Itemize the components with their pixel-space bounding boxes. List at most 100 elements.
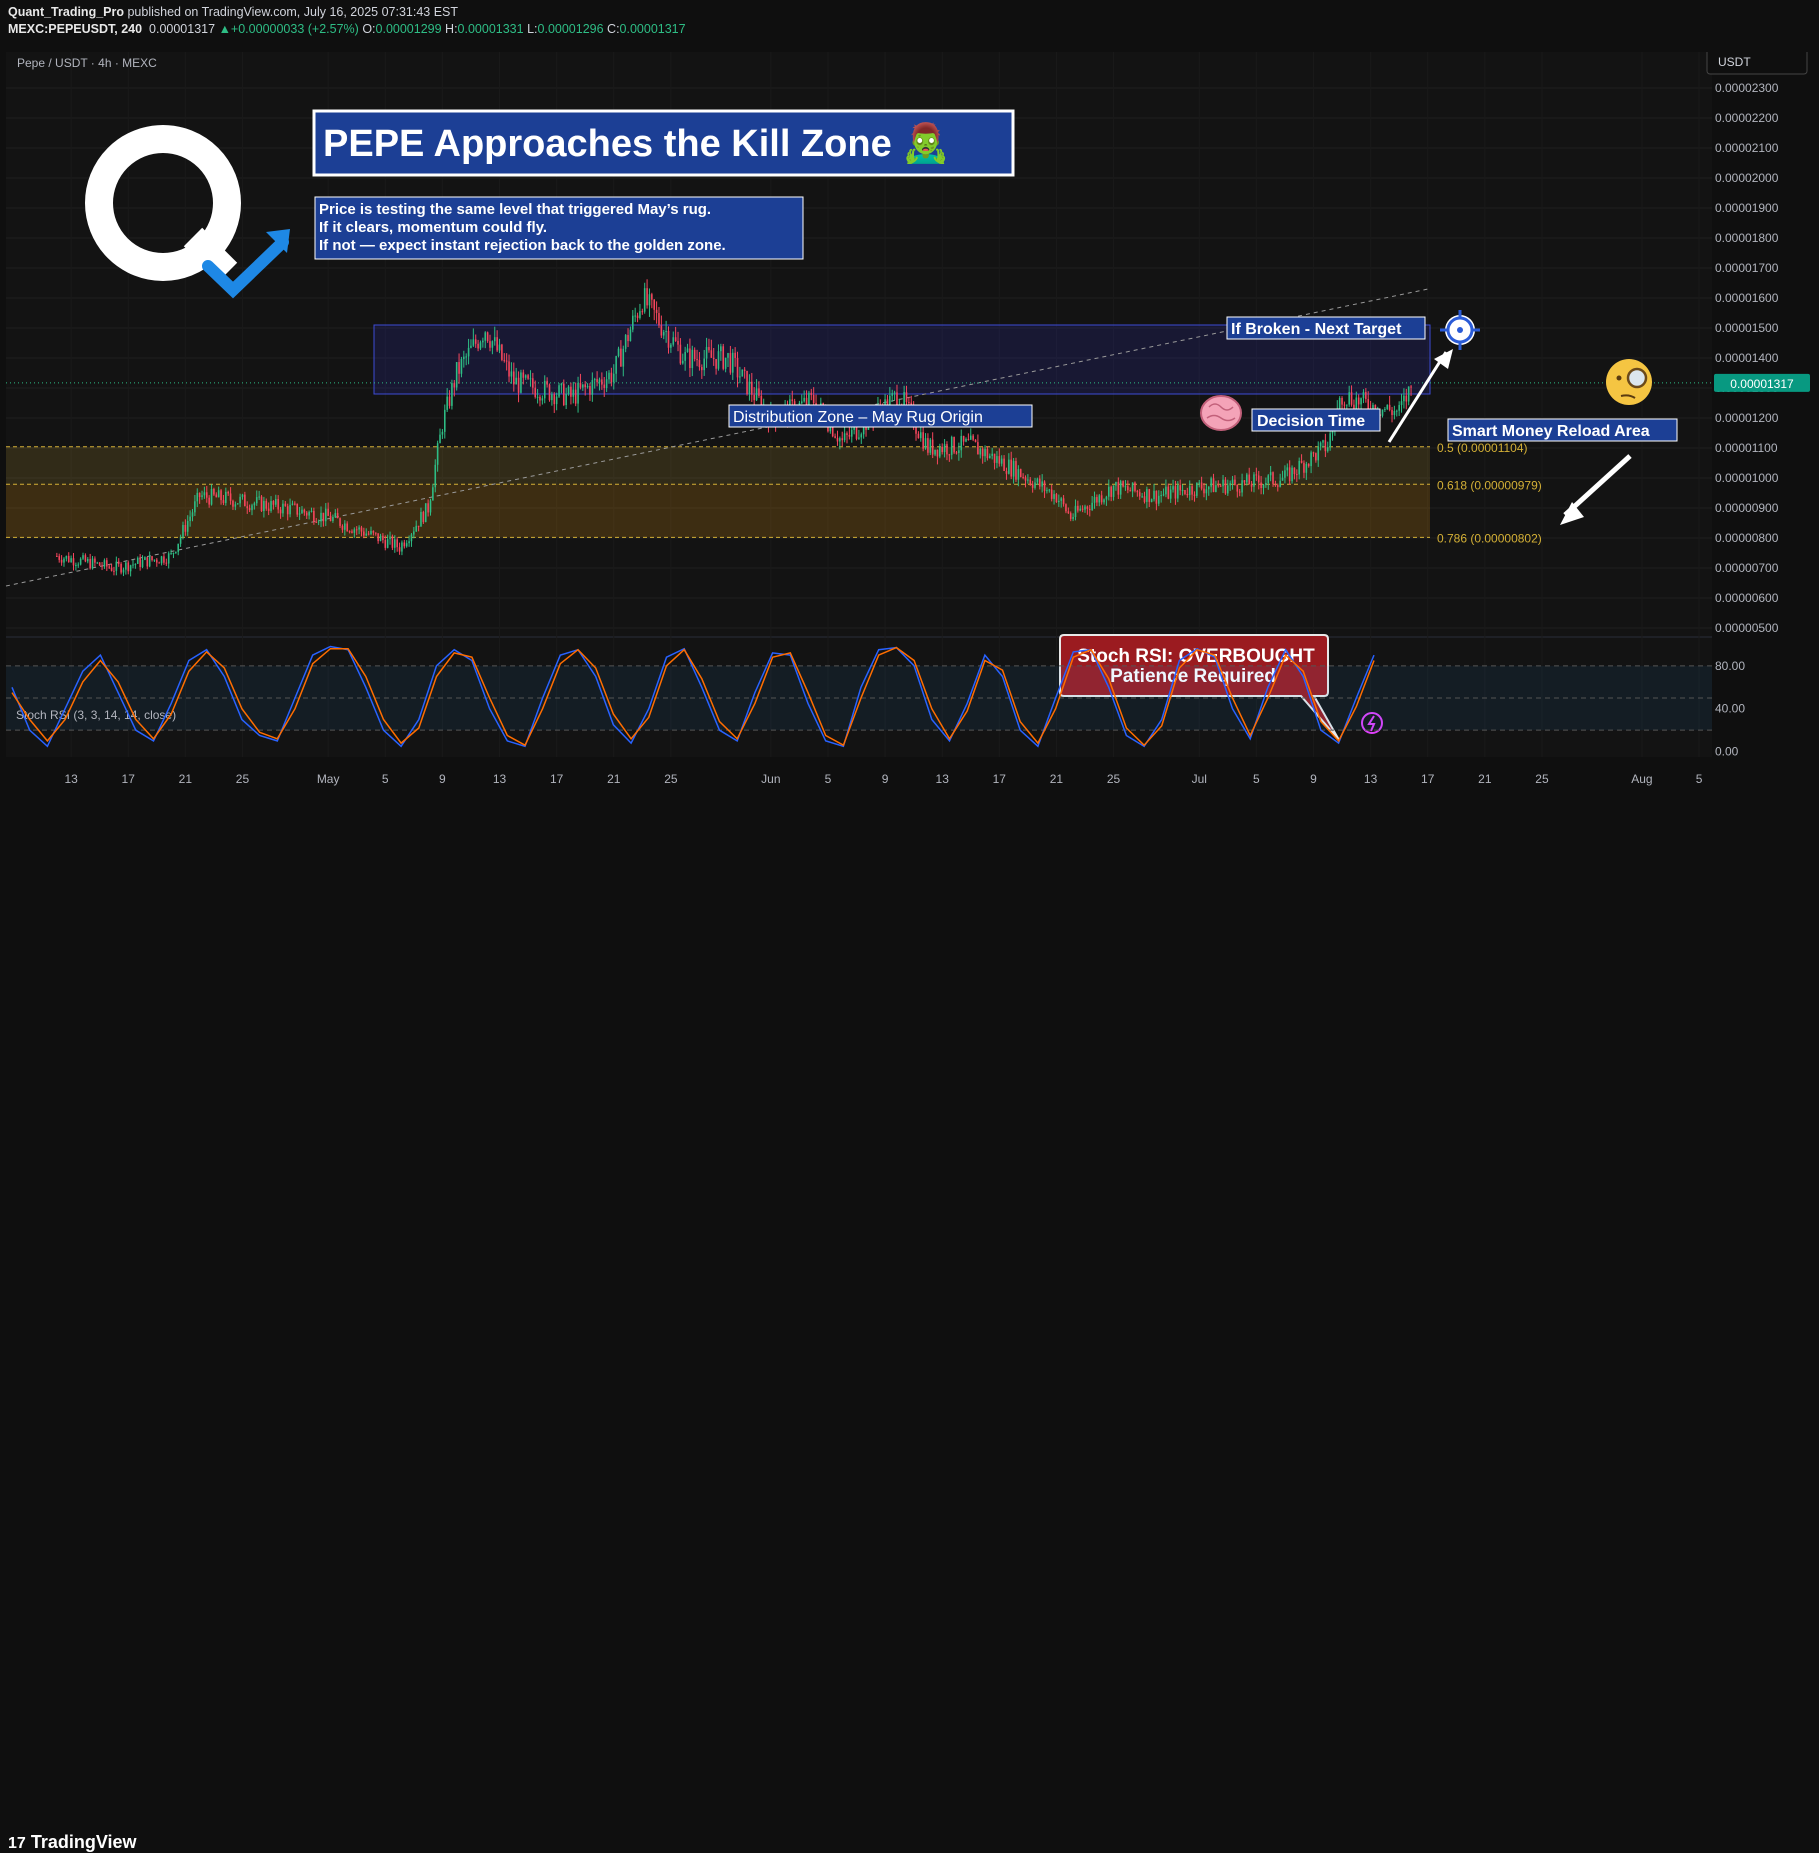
candle-body [1355, 397, 1358, 410]
x-tick-label: 21 [607, 772, 621, 786]
x-tick-label: 9 [882, 772, 889, 786]
candle-body [751, 381, 753, 395]
candle-body [1291, 467, 1293, 482]
candle-body [622, 348, 625, 367]
chart-canvas[interactable]: 0.00000500 0.00000600 0.00000700 0.00000800… [0, 52, 1819, 910]
y-tick-label: 0.00001700 [1715, 261, 1779, 275]
candle-body [653, 299, 656, 310]
candle-body [175, 551, 177, 553]
candle-body [1234, 479, 1236, 485]
candle-body [1122, 481, 1124, 487]
candle-body [722, 346, 725, 369]
candle-body [91, 558, 94, 569]
candle-body [129, 565, 132, 572]
candle-body [291, 503, 294, 505]
candle-body [315, 521, 318, 523]
candle-body [593, 379, 596, 381]
candle-body [263, 500, 265, 512]
candle-body [1288, 467, 1291, 482]
candle-body [670, 344, 672, 348]
candle-body [572, 389, 575, 397]
candle-body [496, 337, 498, 351]
candle-body [1024, 477, 1027, 481]
candle-body [244, 494, 246, 507]
candle-body [1098, 495, 1101, 503]
candle-body [205, 492, 208, 498]
candle-body [627, 335, 629, 342]
candle-body [215, 494, 218, 498]
candle-body [179, 536, 182, 544]
candle-body [341, 525, 344, 530]
open-value: 0.00001299 [375, 22, 442, 36]
candle-body [258, 496, 260, 498]
candle-body [1184, 490, 1186, 494]
candle-body [1403, 395, 1405, 402]
candle-body [989, 455, 991, 459]
candle-body [460, 359, 463, 374]
candle-body [63, 558, 65, 563]
candle-body [936, 449, 939, 457]
candle-body [1136, 490, 1139, 493]
candle-body [953, 437, 955, 453]
candle-body [1181, 490, 1184, 492]
candle-body [586, 386, 589, 388]
candle-body [834, 436, 836, 438]
candle-body [1031, 484, 1034, 488]
candle-body [1338, 397, 1341, 409]
symbol-label[interactable]: MEXC:PEPEUSDT, 240 [8, 22, 142, 36]
candle-body [922, 432, 924, 449]
candle-body [1177, 485, 1179, 499]
candle-body [75, 564, 77, 566]
candle-body [1265, 482, 1267, 485]
candle-body [227, 491, 229, 494]
candle-body [396, 539, 398, 548]
candle-body [313, 510, 315, 522]
candle-body [248, 508, 251, 511]
candle-body [860, 434, 863, 438]
candle-body [446, 396, 448, 410]
candle-body [474, 339, 477, 344]
candle-body [960, 435, 963, 451]
candle-body [681, 360, 684, 364]
candle-body [253, 503, 256, 506]
candle-body [1000, 458, 1003, 464]
y-tick-label: 0.00000600 [1715, 591, 1779, 605]
candle-body [408, 541, 410, 544]
candle-body [579, 383, 582, 388]
candle-body [727, 353, 729, 358]
candle-body [691, 349, 694, 369]
candle-body [943, 444, 946, 453]
candle-body [1072, 517, 1074, 519]
candle-body [493, 337, 496, 342]
candle-body [1034, 482, 1036, 488]
candle-body [405, 543, 408, 547]
candle-body [946, 444, 948, 455]
author-name[interactable]: Quant_Trading_Pro [8, 5, 124, 19]
candle-body [1398, 404, 1400, 411]
candle-body [1367, 399, 1370, 410]
candle-body [1193, 494, 1196, 496]
tradingview-logo[interactable]: 17 TradingView [8, 1832, 137, 1853]
candle-body [115, 561, 118, 571]
candle-body [360, 527, 363, 532]
candle-body [108, 566, 110, 568]
candle-body [1281, 477, 1284, 481]
candle-body [191, 512, 194, 517]
candle-body [667, 330, 670, 348]
candle-body [1215, 485, 1217, 492]
candle-body [167, 553, 170, 564]
candle-body [1010, 459, 1013, 477]
candle-body [320, 512, 322, 522]
candle-body [117, 561, 120, 564]
candle-body [389, 536, 391, 540]
candle-body [1198, 482, 1201, 484]
x-tick-label: 9 [1310, 772, 1317, 786]
candle-body [196, 492, 199, 502]
candle-body [660, 325, 663, 336]
candle-body [1172, 486, 1174, 490]
candle-body [1203, 488, 1205, 494]
candle-body [1088, 508, 1091, 510]
candle-body [1096, 497, 1098, 503]
candle-body [1257, 475, 1260, 483]
candle-body [1005, 470, 1008, 474]
